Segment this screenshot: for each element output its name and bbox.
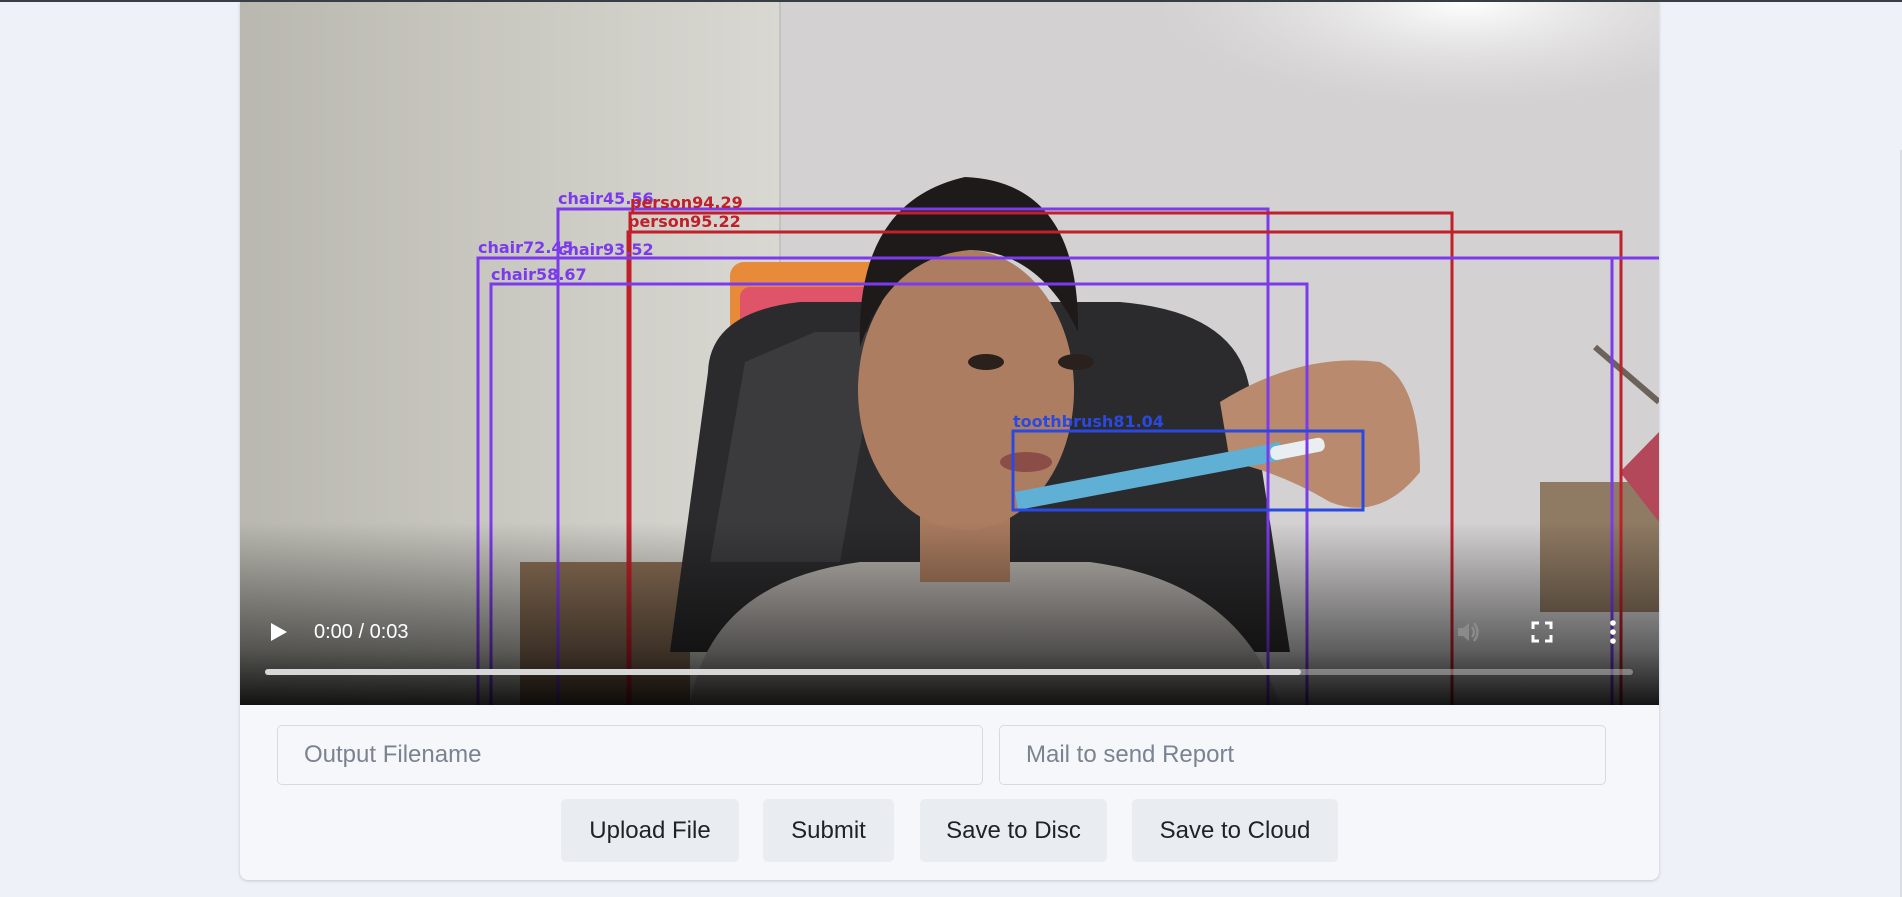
detection-label-person-1: person94.29 — [630, 193, 743, 212]
submit-button[interactable]: Submit — [763, 799, 894, 862]
video-player[interactable]: chair45.56 person94.29 person95.22 chair… — [240, 2, 1659, 705]
mute-button[interactable] — [1454, 618, 1482, 646]
detection-label-toothbrush: toothbrush81.04 — [1013, 412, 1164, 431]
save-to-disc-button[interactable]: Save to Disc — [920, 799, 1107, 862]
volume-icon — [1458, 622, 1479, 642]
upload-file-button[interactable]: Upload File — [561, 799, 739, 862]
fullscreen-button[interactable] — [1530, 620, 1554, 644]
seek-bar[interactable] — [265, 669, 1633, 675]
detection-label-chair-3: chair93.52 — [558, 240, 654, 259]
report-email-input[interactable] — [999, 725, 1606, 785]
save-to-cloud-button[interactable]: Save to Cloud — [1132, 799, 1338, 862]
detection-label-chair-4: chair58.67 — [491, 265, 587, 284]
detection-card: chair45.56 person94.29 person95.22 chair… — [240, 2, 1659, 880]
time-display: 0:00 / 0:03 — [314, 621, 409, 643]
seek-bar-buffered — [265, 669, 1301, 675]
play-icon — [271, 623, 287, 641]
output-filename-input[interactable] — [277, 725, 983, 785]
controls-overlay — [240, 522, 1659, 705]
more-options-button[interactable] — [1606, 618, 1620, 646]
fullscreen-icon — [1531, 621, 1553, 643]
play-button[interactable] — [266, 620, 290, 644]
detection-label-person-2: person95.22 — [628, 212, 741, 231]
more-vertical-icon — [1610, 620, 1616, 644]
